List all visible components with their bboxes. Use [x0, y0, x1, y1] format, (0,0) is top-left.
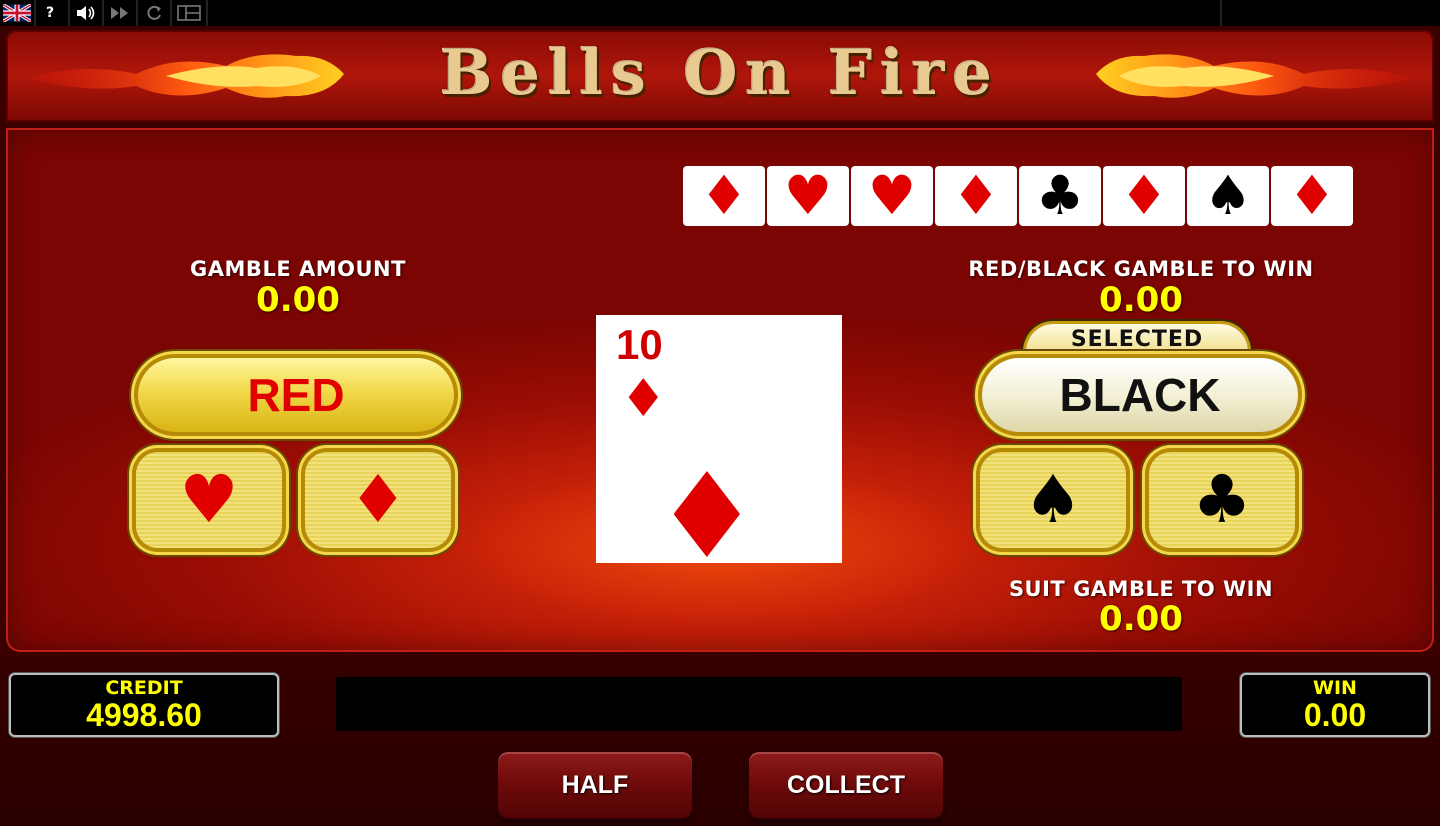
history-card: ♥: [767, 166, 849, 226]
layout-icon[interactable]: [174, 3, 204, 23]
spade-button[interactable]: ♠: [980, 452, 1126, 548]
card-history: ♦ ♥ ♥ ♦ ♣ ♦ ♠ ♦: [683, 166, 1353, 226]
current-card: 10 ♦ ♦: [596, 315, 842, 575]
credit-value: 4998.60: [86, 697, 202, 733]
spade-icon: ♠: [1203, 164, 1253, 227]
red-black-gamble-value: 0.00: [1099, 280, 1183, 320]
selected-badge: SELECTED: [1026, 324, 1248, 354]
history-card: ♥: [851, 166, 933, 226]
heart-icon: ♥: [783, 164, 833, 227]
diamond-icon: ♦: [1287, 164, 1337, 227]
collect-button[interactable]: COLLECT: [749, 752, 943, 818]
diamond-icon: ♦: [951, 164, 1001, 227]
heart-icon: ♥: [179, 461, 239, 538]
win-value: 0.00: [1303, 697, 1367, 733]
toolbar-divider: [102, 0, 104, 26]
credit-label: CREDIT: [105, 677, 183, 699]
gamble-amount-value: 0.00: [256, 280, 340, 320]
flame-right-icon: [1096, 54, 1414, 98]
help-button[interactable]: ?: [36, 3, 64, 23]
heart-icon: ♥: [867, 164, 917, 227]
diamond-icon: ♦: [654, 447, 760, 585]
diamond-icon: ♦: [620, 369, 667, 429]
red-button[interactable]: RED: [138, 358, 454, 432]
toolbar-divider: [206, 0, 208, 26]
toolbar-divider: [136, 0, 138, 26]
history-card: ♦: [1271, 166, 1353, 226]
speaker-icon[interactable]: [72, 3, 100, 23]
black-button[interactable]: BLACK: [982, 358, 1298, 432]
suit-gamble-label: SUIT GAMBLE TO WIN: [1008, 577, 1274, 601]
history-card: ♦: [1103, 166, 1185, 226]
suit-gamble-value: 0.00: [1099, 599, 1183, 639]
red-black-gamble-label: RED/BLACK GAMBLE TO WIN: [968, 257, 1314, 281]
top-toolbar: ?: [0, 0, 1440, 26]
toolbar-divider: [1220, 0, 1222, 26]
replay-icon[interactable]: [140, 3, 168, 23]
history-card: ♠: [1187, 166, 1269, 226]
fast-forward-icon[interactable]: [106, 3, 134, 23]
history-card: ♦: [683, 166, 765, 226]
history-card: ♣: [1019, 166, 1101, 226]
toolbar-divider: [170, 0, 172, 26]
heart-button[interactable]: ♥: [136, 452, 282, 548]
message-bar: [336, 677, 1182, 731]
credit-meter: CREDIT 4998.60: [11, 675, 277, 735]
game-header: Bells On Fire: [6, 30, 1434, 122]
gamble-amount-label: GAMBLE AMOUNT: [190, 257, 406, 281]
half-button[interactable]: HALF: [498, 752, 692, 818]
diamond-button[interactable]: ♦: [305, 452, 451, 548]
club-icon: ♣: [1192, 461, 1252, 538]
history-card: ♦: [935, 166, 1017, 226]
club-button[interactable]: ♣: [1149, 452, 1295, 548]
toolbar-divider: [68, 0, 70, 26]
diamond-icon: ♦: [348, 461, 408, 538]
card-rank: 10: [616, 321, 663, 368]
uk-flag-icon[interactable]: [2, 3, 32, 23]
diamond-icon: ♦: [1119, 164, 1169, 227]
club-icon: ♣: [1035, 164, 1085, 227]
spade-icon: ♠: [1023, 461, 1083, 538]
win-label: WIN: [1313, 677, 1357, 699]
diamond-icon: ♦: [699, 164, 749, 227]
win-meter: WIN 0.00: [1242, 675, 1428, 735]
